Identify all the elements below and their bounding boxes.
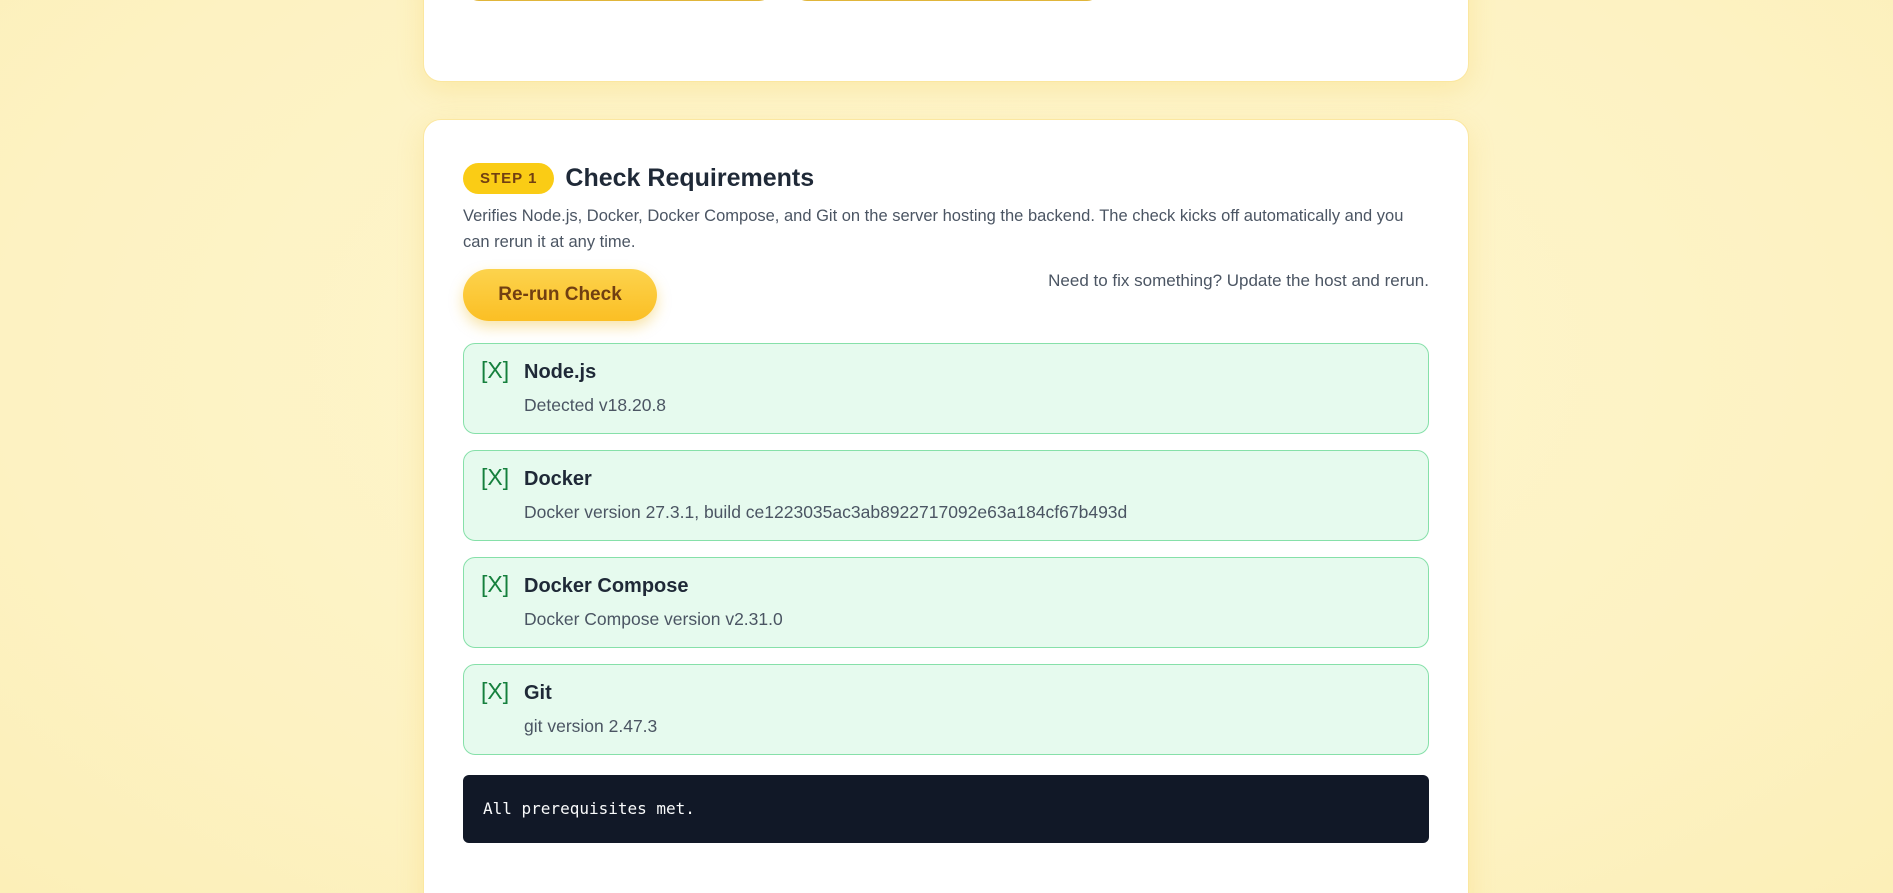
requirement-name: Git bbox=[524, 682, 552, 704]
step-header: STEP 1 Check Requirements bbox=[463, 162, 1429, 194]
check-requirements-card: STEP 1 Check Requirements Verifies Node.… bbox=[423, 119, 1469, 893]
step-title: Check Requirements bbox=[565, 163, 815, 192]
page: STEP 1 Check Requirements Verifies Node.… bbox=[0, 0, 1893, 893]
requirement-nodejs: [X] Node.js Detected v18.20.8 bbox=[463, 343, 1429, 434]
check-status-icon: [X] bbox=[481, 357, 510, 383]
check-status-icon: [X] bbox=[481, 464, 510, 490]
check-status-icon: [X] bbox=[481, 678, 510, 704]
requirement-docker: [X] Docker Docker version 27.3.1, build … bbox=[463, 450, 1429, 541]
requirement-git: [X] Git git version 2.47.3 bbox=[463, 664, 1429, 755]
requirement-detail: Docker version 27.3.1, build ce1223035ac… bbox=[524, 502, 1128, 522]
previous-step-card bbox=[423, 0, 1469, 82]
requirement-name: Docker bbox=[524, 468, 592, 490]
requirement-detail: Docker Compose version v2.31.0 bbox=[524, 609, 783, 629]
requirements-list: [X] Node.js Detected v18.20.8 [X] Docker… bbox=[463, 343, 1429, 755]
previous-step-button-right[interactable] bbox=[793, 0, 1101, 1]
console-output: All prerequisites met. bbox=[463, 775, 1429, 843]
previous-step-button-left[interactable] bbox=[465, 0, 773, 1]
requirement-docker-compose: [X] Docker Compose Docker Compose versio… bbox=[463, 557, 1429, 648]
rerun-hint: Need to fix something? Update the host a… bbox=[1048, 271, 1429, 290]
requirement-detail: git version 2.47.3 bbox=[524, 716, 658, 736]
action-row: Re-run Check Need to fix something? Upda… bbox=[463, 269, 1429, 323]
step-badge: STEP 1 bbox=[463, 162, 555, 194]
rerun-check-button[interactable]: Re-run Check bbox=[463, 269, 657, 321]
requirement-name: Node.js bbox=[524, 361, 597, 383]
requirement-name: Docker Compose bbox=[524, 575, 689, 597]
check-status-icon: [X] bbox=[481, 571, 510, 597]
step-description: Verifies Node.js, Docker, Docker Compose… bbox=[463, 207, 1404, 251]
requirement-detail: Detected v18.20.8 bbox=[524, 395, 667, 415]
